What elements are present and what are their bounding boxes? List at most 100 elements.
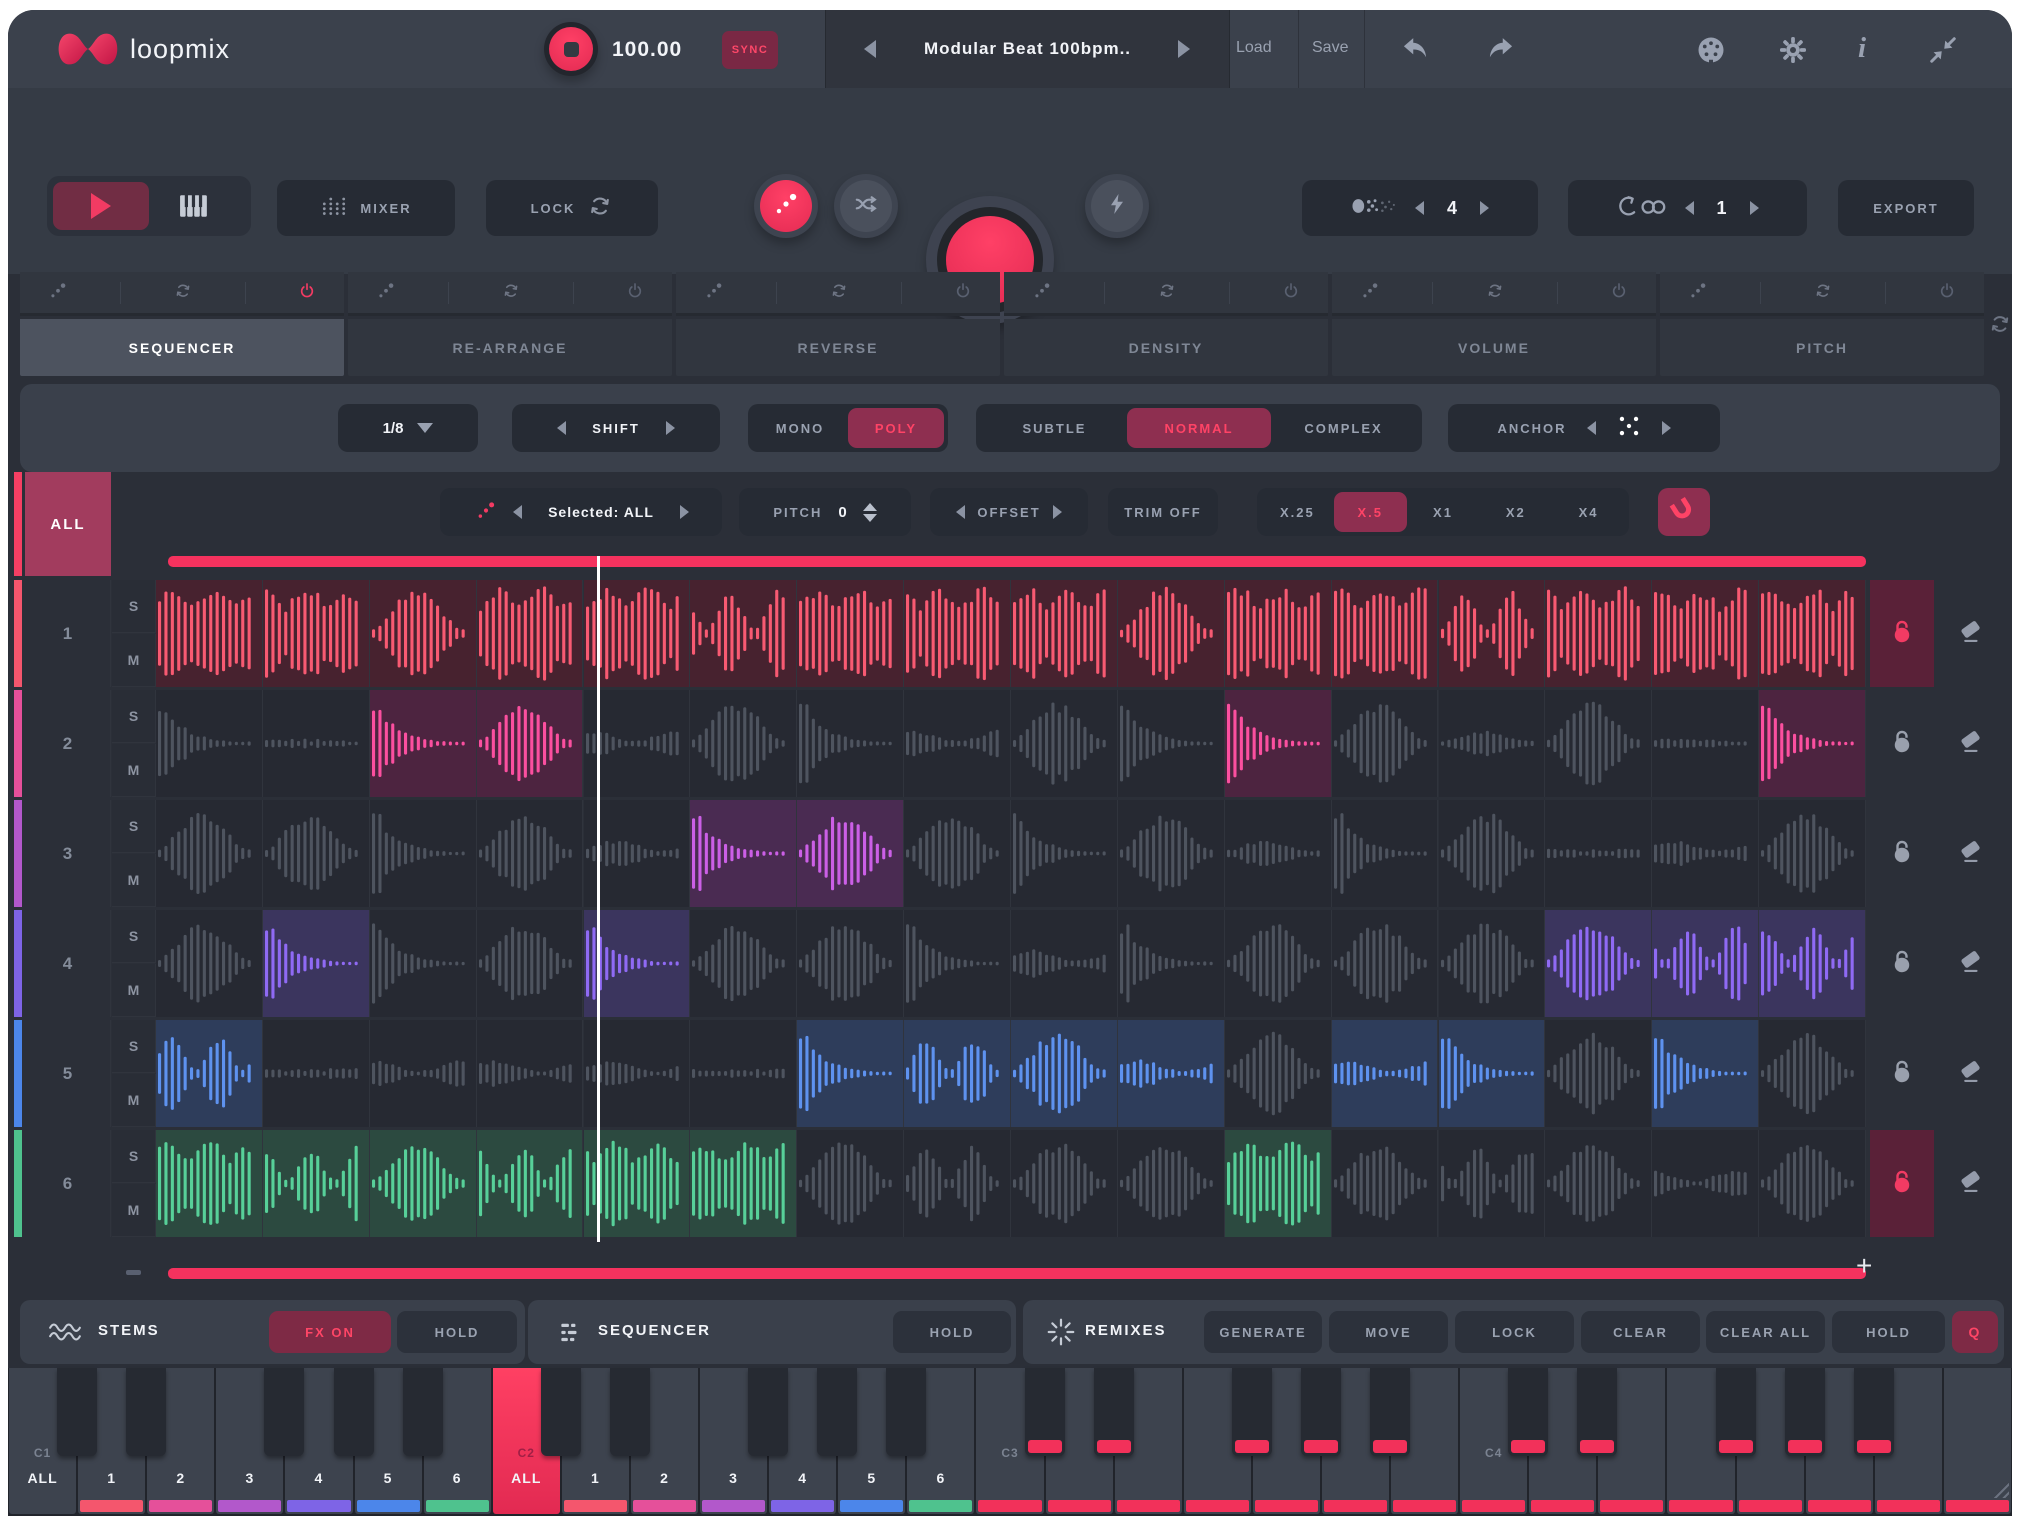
wave-cell[interactable] [1439, 1020, 1546, 1127]
wave-cell[interactable] [1759, 1130, 1866, 1237]
wave-cell[interactable] [1011, 1020, 1118, 1127]
mute-button[interactable]: M [112, 1074, 156, 1127]
offset-left-icon[interactable] [956, 505, 965, 519]
eraser-icon[interactable] [1955, 1167, 1985, 1200]
mode-poly[interactable]: POLY [848, 408, 944, 448]
wave-cell[interactable] [1332, 800, 1439, 907]
tab-reverse[interactable]: REVERSE [676, 272, 1000, 376]
wave-cell[interactable] [477, 580, 584, 687]
play-button[interactable] [53, 182, 149, 230]
wave-cell[interactable] [1332, 910, 1439, 1017]
wave-cell[interactable] [1011, 690, 1118, 797]
wave-cell[interactable] [904, 1020, 1011, 1127]
remix-generate-button[interactable]: GENERATE [1204, 1311, 1322, 1353]
black-key[interactable] [1716, 1368, 1756, 1456]
preset-name[interactable]: Modular Beat 100bpm.. [826, 39, 1229, 59]
resize-collapse-icon[interactable] [1928, 35, 1958, 65]
wave-cell[interactable] [370, 1020, 477, 1127]
wave-cell[interactable] [1759, 800, 1866, 907]
wave-cell[interactable] [1225, 580, 1332, 687]
shift-control[interactable]: SHIFT [512, 404, 720, 452]
intensity-normal[interactable]: NORMAL [1127, 408, 1272, 448]
wave-cell[interactable] [1332, 580, 1439, 687]
wave-cell[interactable] [1652, 1020, 1759, 1127]
erase-cell[interactable] [1938, 580, 2002, 687]
black-key[interactable] [403, 1368, 443, 1456]
wave-cell[interactable] [1439, 1130, 1546, 1237]
stems-hold-button[interactable]: HOLD [397, 1311, 517, 1353]
wave-cell[interactable] [1118, 1130, 1225, 1237]
stop-button[interactable] [544, 22, 598, 76]
mute-button[interactable]: M [112, 744, 156, 797]
wave-cell[interactable] [1011, 1130, 1118, 1237]
shuffle-button[interactable] [834, 174, 898, 238]
wave-cell[interactable] [370, 580, 477, 687]
wave-cell[interactable] [1225, 690, 1332, 797]
wave-cell[interactable] [690, 580, 797, 687]
wave-cell[interactable] [1652, 800, 1759, 907]
eraser-icon[interactable] [1955, 727, 1985, 760]
wave-cell[interactable] [156, 1020, 263, 1127]
wave-cell[interactable] [1545, 580, 1652, 687]
wave-cell[interactable] [1118, 1020, 1225, 1127]
wave-cell[interactable] [263, 690, 370, 797]
global-cycle-icon[interactable] [1988, 272, 2012, 376]
speed-x4[interactable]: X4 [1552, 492, 1625, 532]
mixer-button[interactable]: MIXER [277, 180, 455, 236]
black-key[interactable] [1094, 1368, 1134, 1456]
black-key[interactable] [1508, 1368, 1548, 1456]
remix-hold-button[interactable]: HOLD [1832, 1311, 1945, 1353]
loop-next-icon[interactable] [1750, 201, 1759, 215]
settings-gear-icon[interactable] [1778, 35, 1808, 65]
wave-cell[interactable] [690, 1130, 797, 1237]
info-icon[interactable]: i [1858, 32, 1866, 65]
wave-cell[interactable] [1652, 1130, 1759, 1237]
wave-cell[interactable] [797, 910, 904, 1017]
tab-sequencer[interactable]: SEQUENCER [20, 272, 344, 376]
sync-button[interactable]: SYNC [722, 31, 778, 69]
wave-cell[interactable] [1118, 690, 1225, 797]
erase-cell[interactable] [1938, 910, 2002, 1017]
midi-icon[interactable] [1696, 35, 1726, 65]
wave-cell[interactable] [904, 690, 1011, 797]
selected-prev-icon[interactable] [513, 505, 522, 519]
wave-cell[interactable] [690, 800, 797, 907]
wave-cell[interactable] [797, 690, 904, 797]
mute-button[interactable]: M [112, 964, 156, 1017]
wave-cell[interactable] [477, 1130, 584, 1237]
eraser-icon[interactable] [1955, 837, 1985, 870]
mute-button[interactable]: M [112, 634, 156, 687]
wave-cell[interactable] [904, 910, 1011, 1017]
wave-cell[interactable] [1011, 800, 1118, 907]
black-key[interactable] [1854, 1368, 1894, 1456]
tab-dice-icon[interactable] [48, 281, 67, 303]
solo-button[interactable]: S [112, 1020, 156, 1073]
wave-cell[interactable] [1439, 910, 1546, 1017]
tab-dice-icon[interactable] [1360, 281, 1379, 303]
wave-cell[interactable] [1545, 690, 1652, 797]
tab-power-icon[interactable] [627, 282, 644, 303]
tab-label[interactable]: SEQUENCER [20, 319, 344, 376]
tab-re-arrange[interactable]: RE-ARRANGE [348, 272, 672, 376]
wave-cell[interactable] [1011, 580, 1118, 687]
tab-power-icon[interactable] [955, 282, 972, 303]
solo-button[interactable]: S [112, 910, 156, 963]
pattern-count-value[interactable]: 4 [1424, 198, 1480, 219]
wave-cell[interactable] [1118, 910, 1225, 1017]
mute-button[interactable]: M [112, 1184, 156, 1237]
dice-random-button[interactable] [754, 174, 818, 238]
lock-cell[interactable] [1870, 690, 1934, 797]
wave-cell[interactable] [1545, 800, 1652, 907]
black-key[interactable] [57, 1368, 97, 1456]
piano-mode-icon[interactable] [179, 193, 209, 224]
loop-ruler[interactable] [168, 556, 1866, 567]
wave-cell[interactable] [156, 1130, 263, 1237]
erase-cell[interactable] [1938, 800, 2002, 907]
preset-next-icon[interactable] [1178, 40, 1190, 58]
erase-cell[interactable] [1938, 690, 2002, 797]
erase-cell[interactable] [1938, 1020, 2002, 1127]
wave-cell[interactable] [1118, 580, 1225, 687]
wave-cell[interactable] [477, 800, 584, 907]
wave-cell[interactable] [263, 580, 370, 687]
tab-volume[interactable]: VOLUME [1332, 272, 1656, 376]
